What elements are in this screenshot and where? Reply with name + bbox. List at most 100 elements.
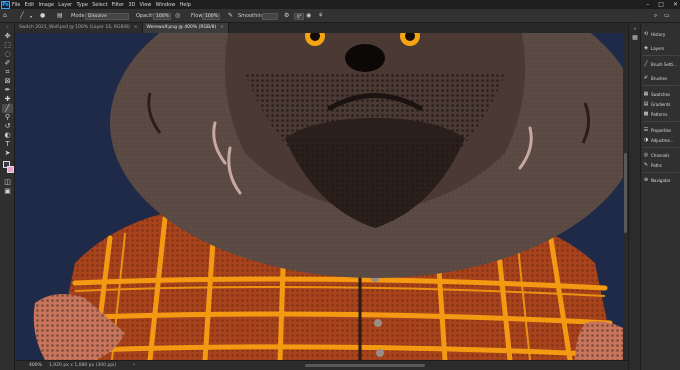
close-tab-icon[interactable]: × — [220, 23, 224, 33]
lasso-tool-icon[interactable]: ◌ — [2, 50, 13, 59]
shirt-button — [374, 319, 382, 327]
brush-size-icon[interactable]: ● — [40, 12, 47, 19]
panel-navigator[interactable]: ⊕ Navigator — [643, 176, 680, 184]
panel-brushes[interactable]: ✐ Brushes — [643, 74, 680, 82]
opacity-field-wrap: 100% — [153, 12, 171, 20]
document-tabs: Switch 2021_Wolf.psd @ 100% (Layer 16, R… — [15, 23, 623, 33]
smoothing-settings-icon[interactable]: ⚙ — [284, 12, 291, 19]
path-selection-tool-icon[interactable]: ➤ — [2, 149, 13, 158]
screen-mode-icon[interactable]: ▣ — [2, 187, 13, 196]
panel-label: Gradients — [651, 101, 671, 107]
menu-3d[interactable]: 3D — [128, 2, 135, 8]
shirt-button — [376, 349, 384, 357]
menu-layer[interactable]: Layer — [58, 2, 72, 8]
window-controls: – □ ✕ — [646, 1, 678, 8]
smoothing-field[interactable] — [262, 12, 278, 20]
close-window-button[interactable]: ✕ — [673, 1, 678, 8]
maximize-button[interactable]: □ — [658, 1, 664, 8]
clone-stamp-tool-icon[interactable]: ⚲ — [2, 113, 13, 122]
pressure-size-icon[interactable]: ◉ — [306, 12, 313, 19]
mode-select-wrap: Dissolve — [85, 12, 129, 20]
workspace-icon[interactable]: ▭ — [664, 12, 671, 19]
menu-type[interactable]: Type — [76, 2, 87, 8]
tab-switch-wolf[interactable]: Switch 2021_Wolf.psd @ 100% (Layer 16, R… — [15, 23, 143, 33]
status-bar: 400% 1,920 px x 1,080 px (300 ppi) › — [15, 360, 628, 370]
properties-icon: ☰ — [643, 127, 649, 133]
mode-select[interactable]: Dissolve — [85, 12, 129, 20]
channels-icon: ◎ — [643, 152, 649, 158]
type-tool-icon[interactable]: T — [2, 140, 13, 149]
panel-divider — [643, 85, 679, 86]
home-icon[interactable]: ⌂ — [3, 12, 10, 19]
crop-tool-icon[interactable]: ⌗ — [2, 68, 13, 77]
panel-channels[interactable]: ◎ Channels — [643, 151, 680, 159]
gradients-icon: ▤ — [643, 101, 649, 107]
panel-label: Paths — [651, 162, 662, 168]
patterns-icon: ▩ — [643, 111, 649, 117]
close-tab-icon[interactable]: × — [134, 23, 138, 33]
panel-label: Adjustme... — [651, 137, 674, 143]
pressure-opacity-icon[interactable]: ◎ — [175, 12, 182, 19]
menu-view[interactable]: View — [140, 2, 152, 8]
panel-history[interactable]: ⟲ History — [643, 30, 680, 38]
dock-collapse-icon[interactable]: » — [632, 26, 638, 32]
panel-swatches[interactable]: ▦ Swatches — [643, 90, 680, 98]
panel-paths[interactable]: ✎ Paths — [643, 161, 680, 169]
layers-icon: ◈ — [644, 45, 648, 51]
panel-adjustments[interactable]: ◑ Adjustme... — [643, 136, 680, 144]
menu-edit[interactable]: Edit — [25, 2, 35, 8]
horizontal-scroll-thumb[interactable] — [305, 364, 425, 367]
eyedropper-tool-icon[interactable]: ✒ — [2, 86, 13, 95]
quick-select-tool-icon[interactable]: ✐ — [2, 59, 13, 68]
menu-image[interactable]: Image — [38, 2, 54, 8]
panel-divider — [643, 172, 679, 173]
panel-gradients[interactable]: ▤ Gradients — [643, 100, 680, 108]
zoom-level[interactable]: 400% — [29, 363, 42, 368]
minimize-button[interactable]: – — [646, 1, 649, 8]
navigator-icon: ⊕ — [643, 177, 649, 183]
panel-dock-strip: » ▦ — [628, 23, 640, 370]
opacity-field[interactable]: 100% — [153, 12, 171, 20]
flow-field[interactable]: 100% — [202, 12, 220, 20]
search-icon[interactable]: ⌕ — [654, 12, 661, 19]
menu-help[interactable]: Help — [180, 2, 191, 8]
angle-field-wrap: 0° — [294, 12, 304, 20]
panel-label: Layers — [651, 45, 665, 51]
tab-label: Switch 2021_Wolf.psd @ 100% (Layer 16, R… — [19, 25, 130, 30]
quick-mask-icon[interactable]: ◫ — [2, 178, 13, 187]
vertical-scroll-thumb[interactable] — [624, 153, 627, 233]
brush-tool-preset-icon[interactable]: ╱ — [20, 12, 27, 19]
panel-properties[interactable]: ☰ Properties — [643, 126, 680, 134]
tab-label: Werewolf.png @ 400% (RGB/8) — [146, 25, 217, 30]
menu-filter[interactable]: Filter — [112, 2, 124, 8]
background-color-swatch[interactable] — [7, 166, 14, 173]
document-canvas[interactable] — [15, 33, 623, 360]
menu-file[interactable]: File — [12, 2, 20, 8]
move-tool-icon[interactable]: ✥ — [2, 32, 13, 41]
menu-select[interactable]: Select — [92, 2, 107, 8]
brushes-icon: ✐ — [643, 75, 649, 81]
toolbar-collapse-icon[interactable]: » — [2, 25, 13, 29]
tab-werewolf[interactable]: Werewolf.png @ 400% (RGB/8) × — [142, 23, 229, 33]
frame-tool-icon[interactable]: ⊠ — [2, 77, 13, 86]
menu-window[interactable]: Window — [156, 2, 176, 8]
nose — [345, 44, 385, 72]
status-menu-arrow[interactable]: › — [133, 362, 135, 368]
healing-brush-tool-icon[interactable]: ✚ — [2, 95, 13, 104]
swatches-icon: ▦ — [643, 91, 649, 97]
brush-tool-icon[interactable]: ╱ — [2, 104, 13, 113]
symmetry-icon[interactable]: ⚘ — [318, 12, 325, 19]
panel-label: Patterns — [651, 111, 668, 117]
brush-panel-toggle-icon[interactable]: ▤ — [57, 12, 64, 19]
panel-layers[interactable]: ◈ Layers — [643, 44, 680, 52]
dodge-tool-icon[interactable]: ◐ — [2, 131, 13, 140]
options-bar: ⌂ ╱ ▾ ● ▤ Mode: Dissolve Opacity: 100% ◎… — [0, 9, 680, 23]
marquee-tool-icon[interactable]: ⬚ — [2, 41, 13, 50]
brush-angle-field[interactable]: 0° — [294, 12, 304, 20]
panel-brush-settings[interactable]: ╱ Brush Setti... — [643, 60, 680, 68]
panel-patterns[interactable]: ▩ Patterns — [643, 110, 680, 118]
airbrush-icon[interactable]: ✎ — [228, 12, 235, 19]
history-brush-tool-icon[interactable]: ↺ — [2, 122, 13, 131]
dock-panel-icon[interactable]: ▦ — [632, 35, 638, 41]
tool-preset-dropdown-icon[interactable]: ▾ — [30, 12, 32, 20]
